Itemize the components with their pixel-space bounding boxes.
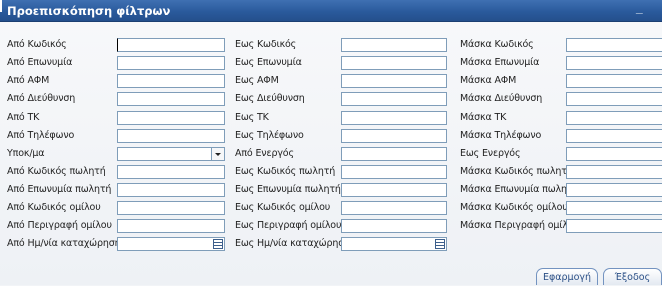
from-label: Από ΤΚ (7, 112, 40, 123)
mask-field[interactable] (566, 74, 662, 88)
from-label: Από Κωδικός (7, 39, 67, 50)
to-label: Εως Επωνυμία (235, 57, 302, 68)
mask-field[interactable] (566, 147, 662, 161)
to-field[interactable] (341, 56, 447, 70)
from-label: Από ΑΦΜ (7, 75, 50, 86)
to-label: Εως Επωνυμία πωλητή (235, 184, 341, 195)
to-field[interactable] (341, 74, 447, 88)
calendar-icon[interactable] (435, 239, 445, 249)
from-label: Από Διεύθυνση (7, 93, 76, 104)
mask-field[interactable] (566, 129, 662, 143)
mask-label: Εως Ενεργός (460, 148, 521, 159)
mask-field[interactable] (566, 165, 662, 179)
to-label: Εως Ημ/νία καταχώρηση (235, 238, 350, 249)
from-field[interactable] (117, 219, 225, 233)
to-label: Εως Διεύθυνση (235, 93, 305, 104)
to-field[interactable] (341, 129, 447, 143)
to-label: Εως Περιγραφή ομίλου (235, 220, 342, 231)
chevron-down-icon[interactable] (211, 148, 224, 160)
mask-field[interactable] (566, 38, 662, 52)
mask-label: Μάσκα Επωνυμία (460, 57, 540, 68)
mask-label: Μάσκα Κωδικός ομίλου (460, 202, 568, 213)
mask-field[interactable] (566, 201, 662, 215)
mask-label: Μάσκα ΤΚ (460, 112, 507, 123)
subaccount-combo[interactable] (117, 147, 225, 161)
from-label: Από Κωδικός πωλητή (7, 166, 106, 177)
from-field[interactable] (117, 92, 225, 106)
window-title: Προεπισκόπηση φίλτρων (7, 4, 171, 18)
from-field[interactable] (117, 129, 225, 143)
from-field[interactable] (117, 165, 225, 179)
to-label: Εως Κωδικός πωλητή (235, 166, 336, 177)
mask-label: Μάσκα Τηλέφωνο (460, 130, 542, 141)
mask-label: Μάσκα ΑΦΜ (460, 75, 517, 86)
maximize-icon[interactable] (0, 0, 2, 12)
to-field[interactable] (341, 165, 447, 179)
apply-button[interactable]: Εφαρμογή (536, 268, 598, 285)
from-field[interactable] (117, 38, 225, 52)
minimize-icon[interactable]: _ (636, 1, 643, 15)
from-label: Υποκ/μα (7, 148, 45, 159)
from-field[interactable] (117, 111, 225, 125)
mask-field[interactable] (566, 92, 662, 106)
mask-field[interactable] (566, 56, 662, 70)
to-label: Εως ΤΚ (235, 112, 269, 123)
from-label: Από Τηλέφωνο (7, 130, 75, 141)
mask-label: Μάσκα Κωδικός πωλητή (460, 166, 573, 177)
to-field[interactable] (341, 201, 447, 215)
from-label: Από Επωνυμία (7, 57, 73, 68)
mask-field[interactable] (566, 183, 662, 197)
from-field[interactable] (117, 74, 225, 88)
to-field[interactable] (341, 147, 447, 161)
mask-label: Μάσκα Περιγραφή ομίλου (460, 220, 579, 231)
to-field[interactable] (341, 38, 447, 52)
title-bar: Προεπισκόπηση φίλτρων _ (0, 0, 662, 22)
from-field[interactable] (117, 183, 225, 197)
from-label: Από Περιγραφή ομίλου (7, 220, 112, 231)
from-date-field[interactable] (117, 237, 225, 251)
from-field[interactable] (117, 56, 225, 70)
mask-label: Μάσκα Κωδικός (460, 39, 534, 50)
to-label: Εως Κωδικός ομίλου (235, 202, 331, 213)
from-label: Από Ημ/νία καταχώρηση (7, 238, 121, 249)
exit-button[interactable]: Έξοδος (603, 268, 662, 285)
to-label: Εως Κωδικός (235, 39, 297, 50)
mask-label: Μάσκα Διεύθυνση (460, 93, 543, 104)
to-label: Εως ΑΦΜ (235, 75, 279, 86)
to-label: Εως Τηλέφωνο (235, 130, 304, 141)
mask-field[interactable] (566, 111, 662, 125)
mask-field[interactable] (566, 219, 662, 233)
to-field[interactable] (341, 111, 447, 125)
to-label: Από Ενεργός (235, 148, 294, 159)
to-field[interactable] (341, 219, 447, 233)
mask-label: Μάσκα Επωνυμία πωλητή (460, 184, 579, 195)
to-date-field[interactable] (341, 237, 447, 251)
from-label: Από Κωδικός ομίλου (7, 202, 101, 213)
to-field[interactable] (341, 92, 447, 106)
from-label: Από Επωνυμία πωλητή (7, 184, 112, 195)
to-field[interactable] (341, 183, 447, 197)
from-field[interactable] (117, 201, 225, 215)
calendar-icon[interactable] (213, 239, 223, 249)
